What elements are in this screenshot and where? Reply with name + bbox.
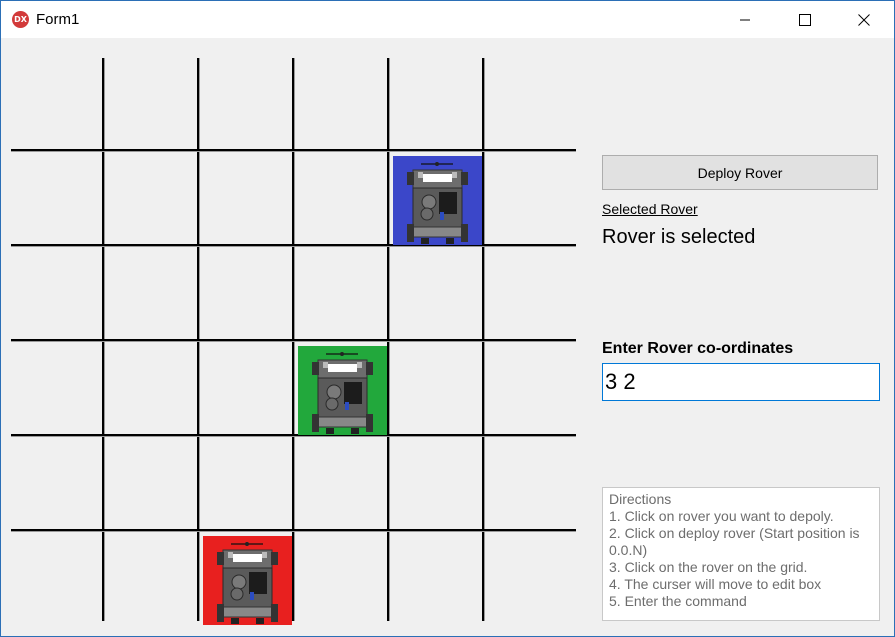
close-icon: [858, 13, 870, 26]
directions-box[interactable]: Directions 1. Click on rover you want to…: [602, 487, 880, 621]
grid-line-horizontal: [11, 149, 576, 151]
selected-rover-link[interactable]: Selected Rover: [602, 201, 698, 217]
deploy-rover-button[interactable]: Deploy Rover: [602, 155, 878, 190]
rover-graphic: [203, 536, 292, 625]
rover-selected-status: Rover is selected: [602, 226, 756, 248]
direction-step: 1. Click on rover you want to depoly.: [609, 508, 834, 524]
minimize-button[interactable]: [722, 1, 768, 38]
maximize-icon: [799, 13, 811, 26]
rover-graphic: [393, 156, 482, 245]
close-button[interactable]: [841, 1, 887, 38]
rover-grid[interactable]: [11, 58, 576, 625]
app-icon: DX: [12, 11, 29, 28]
directions-title: Directions: [609, 491, 672, 507]
app-window: DX Form1 Deploy Rover Selected Rover Rov…: [0, 0, 895, 637]
maximize-button[interactable]: [782, 1, 828, 38]
window-title: Form1: [36, 11, 80, 28]
direction-step: 5. Enter the command: [609, 593, 747, 609]
direction-step: 2. Click on deploy rover (Start position…: [609, 525, 860, 558]
direction-step: 4. The curser will move to edit box: [609, 576, 822, 592]
direction-step: 3. Click on the rover on the grid.: [609, 559, 808, 575]
grid-line-horizontal: [11, 434, 576, 436]
title-bar[interactable]: DX Form1: [1, 1, 894, 38]
grid-line-horizontal: [11, 529, 576, 531]
rover-graphic: [298, 346, 387, 435]
coordinates-label: Enter Rover co-ordinates: [602, 340, 794, 357]
coordinates-input[interactable]: [602, 363, 880, 401]
minimize-icon: [740, 19, 750, 20]
grid-line-horizontal: [11, 339, 576, 341]
rover-3[interactable]: [203, 536, 292, 625]
rover-2[interactable]: [298, 346, 387, 435]
rover-1[interactable]: [393, 156, 482, 245]
grid-line-horizontal: [11, 244, 576, 246]
